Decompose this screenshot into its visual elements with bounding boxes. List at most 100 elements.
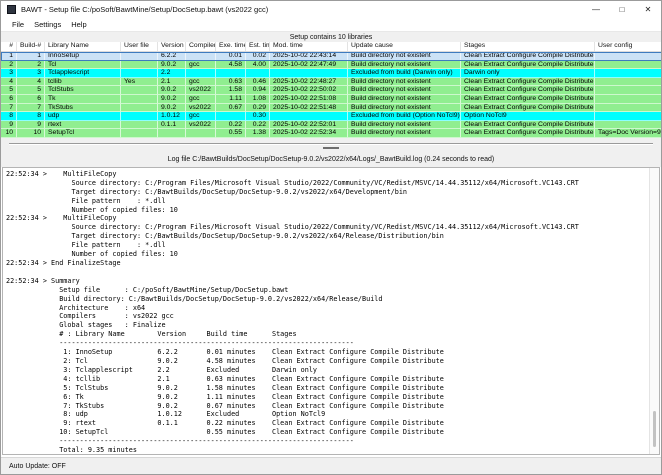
cell-version <box>158 129 186 138</box>
vertical-scrollbar[interactable] <box>649 168 659 454</box>
cell-mod-time: 2025-10-02 22:47:49 <box>270 61 348 70</box>
column-header-exe-time[interactable]: Exe. time <box>216 42 246 51</box>
table-row[interactable]: 88udp1.0.12gcc0.30Excluded from build (O… <box>1 112 662 121</box>
column-header-user-config[interactable]: User config <box>595 42 662 51</box>
cell-build-number: 6 <box>17 95 45 104</box>
cell-user-config <box>595 86 662 95</box>
library-table-header: #Build-#Library NameUser fileVersionComp… <box>1 42 662 52</box>
scrollbar-thumb[interactable] <box>653 411 656 447</box>
cell-compiler: vs2022 <box>186 86 216 95</box>
cell-stages: Clean Extract Configure Compile Distribu… <box>461 52 595 61</box>
cell-library-name: udp <box>45 112 121 121</box>
minimize-button[interactable]: — <box>583 1 609 18</box>
info-bar: Setup contains 10 libraries <box>1 31 661 42</box>
cell-stages: Clean Extract Configure Compile Distribu… <box>461 86 595 95</box>
cell-index: 5 <box>1 86 17 95</box>
column-header-est-time[interactable]: Est. time <box>246 42 270 51</box>
cell-compiler: gcc <box>186 78 216 87</box>
cell-mod-time <box>270 69 348 78</box>
menu-settings[interactable]: Settings <box>29 20 66 29</box>
cell-build-number: 7 <box>17 104 45 113</box>
cell-library-name: Tcl <box>45 61 121 70</box>
cell-library-name: tcllib <box>45 78 121 87</box>
log-area[interactable]: 22:52:34 > MultiFileCopy Source director… <box>2 167 660 455</box>
cell-exe-time: 0.55 <box>216 129 246 138</box>
cell-build-number: 10 <box>17 129 45 138</box>
cell-stages: Clean Extract Configure Compile Distribu… <box>461 104 595 113</box>
cell-stages: Darwin only <box>461 69 595 78</box>
cell-compiler: vs2022 <box>186 121 216 130</box>
table-row[interactable]: 55TclStubs9.0.2vs20221.580.942025-10-02 … <box>1 86 662 95</box>
cell-version: 9.0.2 <box>158 104 186 113</box>
column-header-mod-time[interactable]: Mod. time <box>270 42 348 51</box>
cell-build-number: 9 <box>17 121 45 130</box>
cell-user-file <box>121 121 158 130</box>
cell-version: 6.2.2 <box>158 52 186 61</box>
column-header-user-file[interactable]: User file <box>121 42 158 51</box>
window-title: BAWT - Setup file C:/poSoft/BawtMine/Set… <box>21 5 583 14</box>
column-header-stages[interactable]: Stages <box>461 42 595 51</box>
cell-user-file <box>121 61 158 70</box>
library-table: #Build-#Library NameUser fileVersionComp… <box>1 42 662 138</box>
cell-library-name: TclStubs <box>45 86 121 95</box>
info-bar-text: Setup contains 10 libraries <box>290 34 373 41</box>
status-bar: Auto Update: OFF <box>1 457 661 475</box>
splitter-grip-icon[interactable] <box>323 147 339 149</box>
cell-user-config <box>595 121 662 130</box>
cell-est-time: 4.00 <box>246 61 270 70</box>
table-row[interactable]: 44tcllibYes2.1gcc0.630.462025-10-02 22:4… <box>1 78 662 87</box>
cell-update-cause: Build directory not existent <box>348 78 461 87</box>
log-file-label: Log file C:/BawtBuilds/DocSetup/DocSetup… <box>1 152 661 167</box>
cell-stages: Clean Extract Configure Compile Distribu… <box>461 121 595 130</box>
cell-mod-time: 2025-10-02 22:50:02 <box>270 86 348 95</box>
cell-est-time: 1.08 <box>246 95 270 104</box>
column-header-update-cause[interactable]: Update cause <box>348 42 461 51</box>
cell-user-config <box>595 69 662 78</box>
cell-exe-time <box>216 69 246 78</box>
cell-est-time: 0.30 <box>246 112 270 121</box>
table-row[interactable]: 33Tclapplescript2.2Excluded from build (… <box>1 69 662 78</box>
status-bar-text: Auto Update: OFF <box>9 463 66 470</box>
maximize-button[interactable]: □ <box>609 1 635 18</box>
cell-library-name: InnoSetup <box>45 52 121 61</box>
title-bar: BAWT - Setup file C:/poSoft/BawtMine/Set… <box>1 1 661 18</box>
cell-exe-time: 1.58 <box>216 86 246 95</box>
column-header-build-number[interactable]: Build-# <box>17 42 45 51</box>
cell-user-config <box>595 95 662 104</box>
cell-index: 2 <box>1 61 17 70</box>
column-header-version[interactable]: Version <box>158 42 186 51</box>
cell-compiler: gcc <box>186 112 216 121</box>
close-button[interactable]: ✕ <box>635 1 661 18</box>
cell-user-file <box>121 69 158 78</box>
cell-user-file <box>121 52 158 61</box>
cell-exe-time: 1.11 <box>216 95 246 104</box>
cell-user-config <box>595 104 662 113</box>
column-header-index[interactable]: # <box>1 42 17 51</box>
cell-mod-time: 2025-10-02 22:48:27 <box>270 78 348 87</box>
column-header-library-name[interactable]: Library Name <box>45 42 121 51</box>
menu-help[interactable]: Help <box>66 20 91 29</box>
table-row[interactable]: 11InnoSetup6.2.20.010.022025-10-02 22:43… <box>1 52 662 61</box>
table-row[interactable]: 22Tcl9.0.2gcc4.584.002025-10-02 22:47:49… <box>1 61 662 70</box>
cell-mod-time: 2025-10-02 22:51:48 <box>270 104 348 113</box>
table-row[interactable]: 1010SetupTcl0.551.382025-10-02 22:52:34B… <box>1 129 662 138</box>
cell-index: 4 <box>1 78 17 87</box>
splitter[interactable] <box>1 138 661 152</box>
cell-version: 2.2 <box>158 69 186 78</box>
cell-user-config: Tags=Doc Version=9.0 <box>595 129 662 138</box>
column-header-compiler[interactable]: Compiler <box>186 42 216 51</box>
cell-build-number: 2 <box>17 61 45 70</box>
cell-update-cause: Build directory not existent <box>348 129 461 138</box>
log-text: 22:52:34 > MultiFileCopy Source director… <box>3 168 659 455</box>
table-row[interactable]: 99rtext0.1.1vs20220.220.222025-10-02 22:… <box>1 121 662 130</box>
cell-user-file <box>121 95 158 104</box>
cell-library-name: TkStubs <box>45 104 121 113</box>
app-icon <box>7 5 16 14</box>
menu-file[interactable]: File <box>7 20 29 29</box>
table-row[interactable]: 66Tk9.0.2gcc1.111.082025-10-02 22:51:08B… <box>1 95 662 104</box>
table-row[interactable]: 77TkStubs9.0.2vs20220.670.292025-10-02 2… <box>1 104 662 113</box>
cell-compiler: gcc <box>186 61 216 70</box>
cell-library-name: SetupTcl <box>45 129 121 138</box>
cell-version: 9.0.2 <box>158 61 186 70</box>
cell-library-name: Tclapplescript <box>45 69 121 78</box>
